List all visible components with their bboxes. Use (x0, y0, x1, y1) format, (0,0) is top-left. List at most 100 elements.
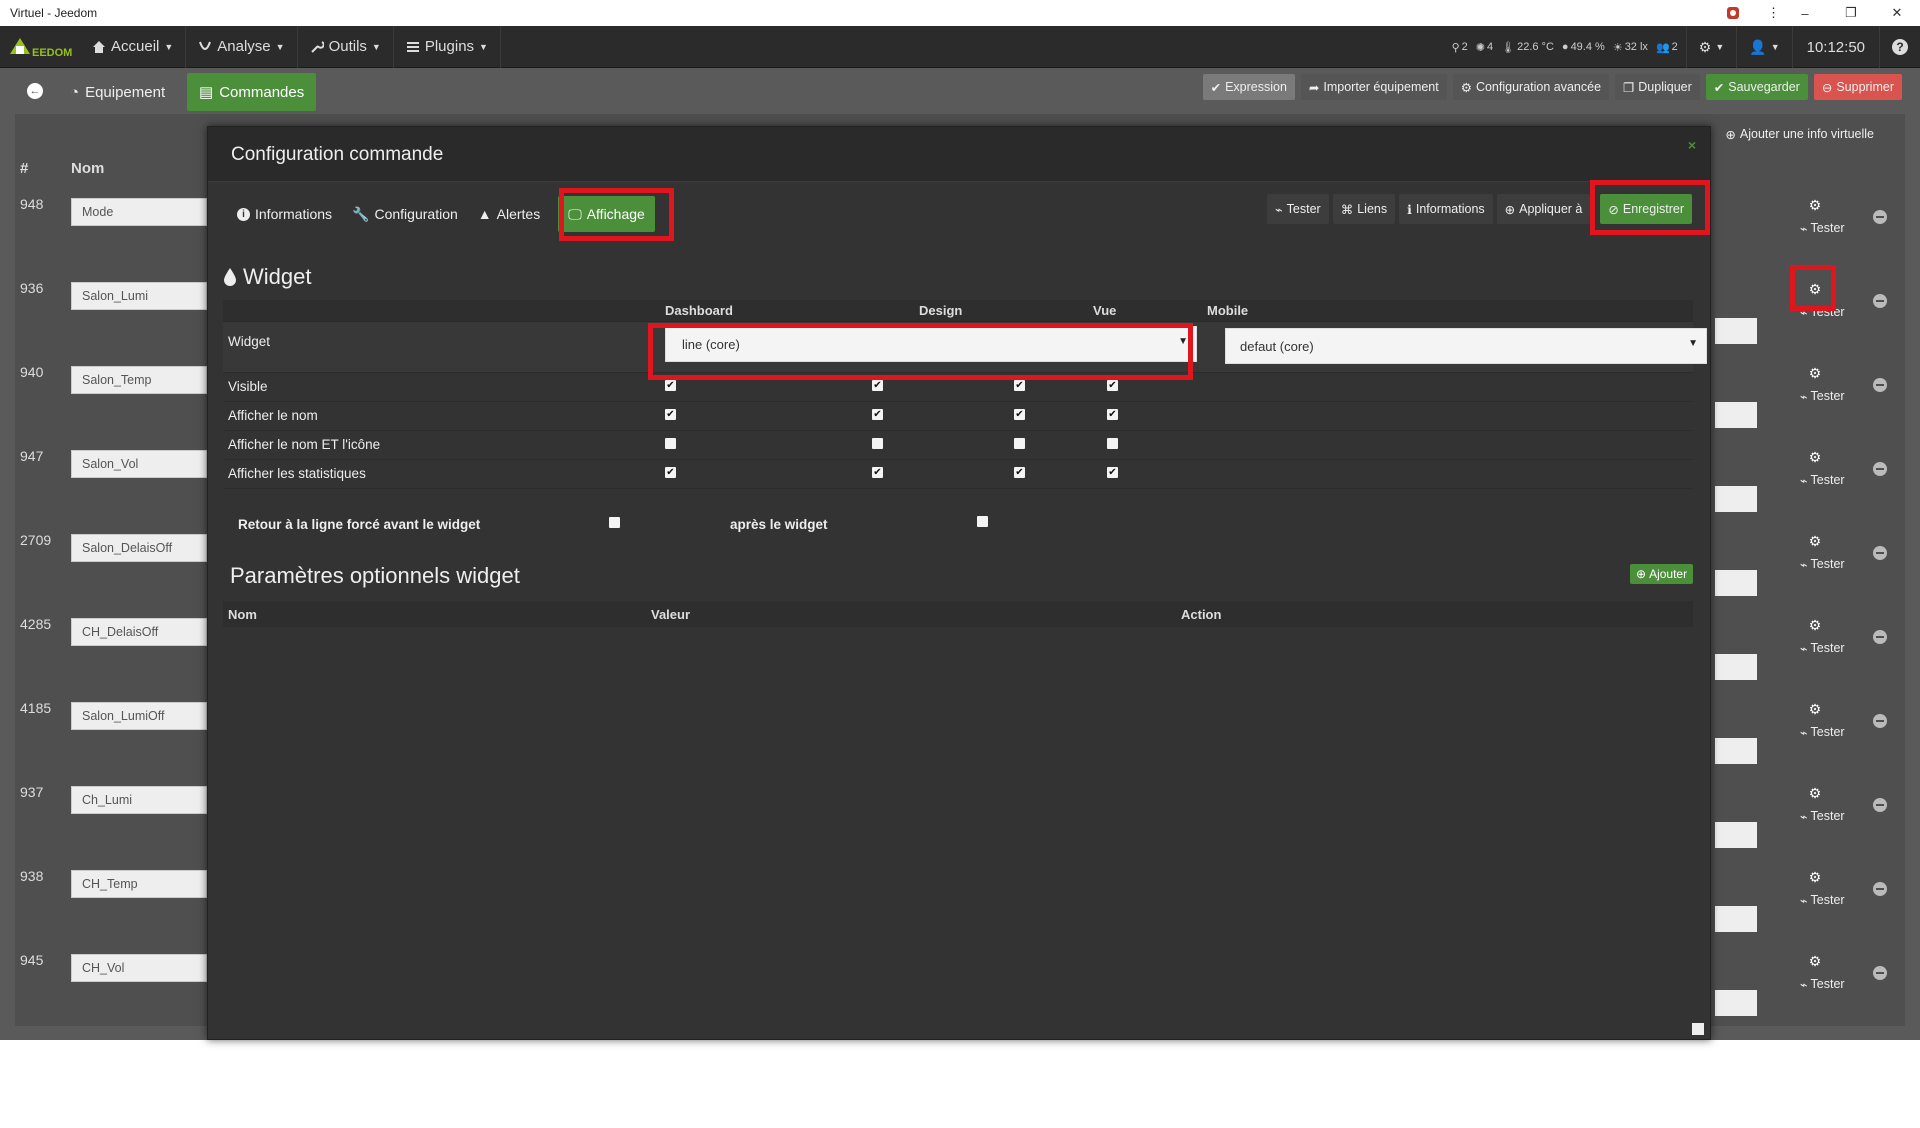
command-name-input[interactable]: Salon_LumiOff (71, 702, 207, 730)
appliquer-button[interactable]: ⊕ Appliquer à (1496, 194, 1591, 224)
command-value-field[interactable] (1715, 990, 1757, 1016)
widget-option-checkbox[interactable] (1014, 438, 1025, 449)
command-tester-button[interactable]: ⌁ Tester (1800, 218, 1845, 238)
gears-icon[interactable]: ⚙ (1804, 868, 1826, 886)
extension-icon[interactable] (1726, 0, 1740, 26)
settings-menu[interactable]: ⚙ ▼ (1687, 26, 1736, 68)
command-tester-button[interactable]: ⌁ Tester (1800, 974, 1845, 994)
humidity-stat[interactable]: ● 49.4 % (1562, 41, 1605, 53)
command-value-field[interactable] (1715, 738, 1757, 764)
widget-option-checkbox[interactable]: ✔ (1014, 380, 1025, 391)
tester-button[interactable]: ⌁ Tester (1267, 194, 1329, 224)
minimize-button[interactable]: – (1782, 0, 1828, 26)
command-value-field[interactable] (1715, 654, 1757, 680)
widget-option-checkbox[interactable]: ✔ (1107, 409, 1118, 420)
jeedom-logo[interactable]: EEDOM (0, 26, 80, 68)
tab-configuration[interactable]: 🔧 Configuration (342, 196, 468, 232)
gears-icon[interactable]: ⚙ (1804, 196, 1826, 214)
gears-icon[interactable]: ⚙ (1804, 952, 1826, 970)
return-before-checkbox[interactable] (609, 517, 620, 528)
import-equipment-button[interactable]: ➦ Importer équipement (1300, 74, 1447, 100)
resize-handle[interactable] (1692, 1023, 1704, 1035)
tab-informations[interactable]: i Informations (227, 196, 342, 232)
widget-option-checkbox[interactable]: ✔ (872, 409, 883, 420)
browser-menu-icon[interactable]: ⋮ (1767, 0, 1780, 26)
command-tester-button[interactable]: ⌁ Tester (1800, 554, 1845, 574)
user-menu[interactable]: 👤 ▼ (1737, 26, 1791, 68)
motion-stat[interactable]: ⚲ 2 (1452, 41, 1468, 54)
remove-command-icon[interactable] (1873, 462, 1887, 476)
lux-stat[interactable]: ☀ 32 lx (1613, 41, 1648, 54)
remove-command-icon[interactable] (1873, 966, 1887, 980)
gears-icon[interactable]: ⚙ (1804, 364, 1826, 382)
command-value-field[interactable] (1715, 570, 1757, 596)
nav-outils[interactable]: Outils ▼ (298, 25, 394, 68)
widget-option-checkbox[interactable]: ✔ (665, 380, 676, 391)
command-name-input[interactable]: Salon_DelaisOff (71, 534, 207, 562)
widget-option-checkbox[interactable]: ✔ (665, 467, 676, 478)
mobile-widget-select[interactable]: defaut (core) ▼ (1225, 328, 1707, 364)
advanced-config-button[interactable]: ⚙ Configuration avancée (1452, 74, 1610, 100)
lights-stat[interactable]: ✺ 4 (1476, 41, 1493, 54)
remove-command-icon[interactable] (1873, 798, 1887, 812)
tab-equipement[interactable]: ◔ Equipement (58, 73, 177, 111)
command-tester-button[interactable]: ⌁ Tester (1800, 638, 1845, 658)
gears-icon[interactable]: ⚙ (1804, 784, 1826, 802)
widget-option-checkbox[interactable]: ✔ (1014, 409, 1025, 420)
widget-option-checkbox[interactable]: ✔ (872, 467, 883, 478)
duplicate-button[interactable]: ❐ Dupliquer (1615, 74, 1700, 100)
command-name-input[interactable]: CH_DelaisOff (71, 618, 207, 646)
temperature-stat[interactable]: 🌡 22.6 °C (1501, 41, 1554, 54)
command-name-input[interactable]: Ch_Lumi (71, 786, 207, 814)
widget-option-checkbox[interactable]: ✔ (1107, 467, 1118, 478)
gears-icon[interactable]: ⚙ (1804, 616, 1826, 634)
command-value-field[interactable] (1715, 486, 1757, 512)
save-button[interactable]: ✔ Sauvegarder (1705, 74, 1808, 100)
add-param-button[interactable]: ⊕ Ajouter (1630, 564, 1694, 584)
widget-option-checkbox[interactable] (1107, 438, 1118, 449)
widget-option-checkbox[interactable]: ✔ (872, 380, 883, 391)
nav-accueil[interactable]: Accueil ▼ (80, 25, 187, 68)
gears-icon[interactable]: ⚙ (1804, 700, 1826, 718)
widget-option-checkbox[interactable]: ✔ (1014, 467, 1025, 478)
expression-button[interactable]: ✔ Expression (1202, 74, 1295, 100)
back-button[interactable]: ← (20, 78, 50, 104)
command-name-input[interactable]: Salon_Vol (71, 450, 207, 478)
command-name-input[interactable]: CH_Vol (71, 954, 207, 982)
nav-plugins[interactable]: Plugins ▼ (394, 25, 501, 68)
nav-analyse[interactable]: Analyse ▼ (186, 25, 298, 68)
help-button[interactable]: ? (1880, 26, 1920, 68)
command-tester-button[interactable]: ⌁ Tester (1800, 806, 1845, 826)
command-name-input[interactable]: Mode (71, 198, 207, 226)
command-value-field[interactable] (1715, 318, 1757, 344)
command-value-field[interactable] (1715, 906, 1757, 932)
remove-command-icon[interactable] (1873, 294, 1887, 308)
command-name-input[interactable]: Salon_Lumi (71, 282, 207, 310)
command-name-input[interactable]: Salon_Temp (71, 366, 207, 394)
command-tester-button[interactable]: ⌁ Tester (1800, 470, 1845, 490)
gears-icon[interactable]: ⚙ (1804, 448, 1826, 466)
widget-option-checkbox[interactable]: ✔ (665, 409, 676, 420)
tab-commandes[interactable]: ▤ Commandes (187, 73, 317, 111)
command-tester-button[interactable]: ⌁ Tester (1800, 386, 1845, 406)
remove-command-icon[interactable] (1873, 882, 1887, 896)
remove-command-icon[interactable] (1873, 714, 1887, 728)
gears-icon[interactable]: ⚙ (1804, 532, 1826, 550)
return-after-checkbox[interactable] (977, 516, 988, 527)
remove-command-icon[interactable] (1873, 210, 1887, 224)
close-window-button[interactable]: ✕ (1874, 0, 1920, 26)
command-value-field[interactable] (1715, 822, 1757, 848)
command-value-field[interactable] (1715, 402, 1757, 428)
restore-button[interactable]: ❐ (1828, 0, 1874, 26)
widget-option-checkbox[interactable] (872, 438, 883, 449)
people-stat[interactable]: 👥 2 (1656, 41, 1678, 54)
command-tester-button[interactable]: ⌁ Tester (1800, 722, 1845, 742)
informations-button[interactable]: ℹ Informations (1399, 194, 1493, 224)
add-virtual-info-button[interactable]: ⊕ Ajouter une info virtuelle (1717, 122, 1882, 146)
widget-option-checkbox[interactable] (665, 438, 676, 449)
widget-option-checkbox[interactable]: ✔ (1107, 380, 1118, 391)
close-icon[interactable]: × (1684, 137, 1700, 153)
remove-command-icon[interactable] (1873, 378, 1887, 392)
command-name-input[interactable]: CH_Temp (71, 870, 207, 898)
tab-alertes[interactable]: ▲ Alertes (468, 196, 550, 232)
